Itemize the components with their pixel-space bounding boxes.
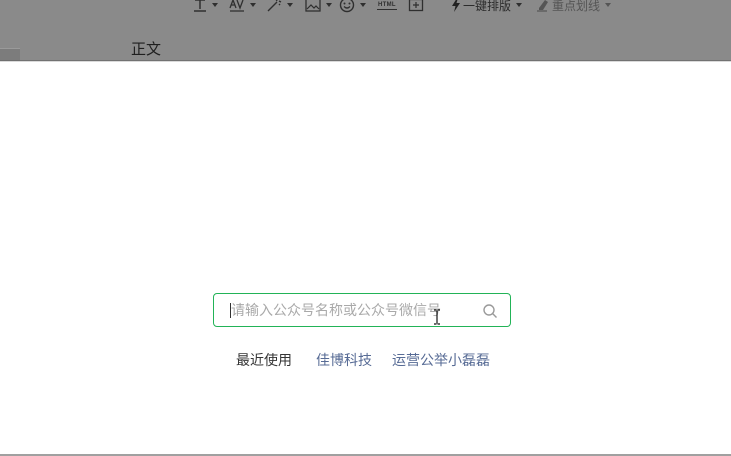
insert-widget-icon	[408, 0, 424, 12]
chevron-down-icon	[605, 3, 612, 7]
chevron-down-icon	[360, 3, 366, 7]
recent-account-link[interactable]: 佳博科技	[316, 350, 372, 370]
ibeam-cursor-icon	[434, 309, 440, 325]
recent-account-link[interactable]: 运营公举小磊磊	[392, 350, 490, 370]
insert-image-button[interactable]	[305, 0, 332, 13]
paragraph-style-label[interactable]: 正文	[131, 38, 161, 59]
magic-wand-icon	[267, 0, 282, 12]
letter-spacing-button[interactable]	[193, 0, 218, 13]
search-icon[interactable]	[482, 303, 498, 319]
recent-label: 最近使用	[236, 352, 292, 368]
account-search-input[interactable]	[215, 295, 465, 325]
lightning-icon	[452, 0, 460, 12]
image-icon	[305, 0, 321, 12]
editor-toolbar: HTML 一键排版 重点划线	[0, 0, 731, 16]
one-click-layout-label: 一键排版	[463, 0, 512, 13]
html-button[interactable]: HTML	[377, 0, 397, 13]
emoji-icon	[339, 0, 355, 13]
chevron-down-icon	[326, 3, 332, 7]
highlighter-icon	[537, 0, 548, 12]
chevron-down-icon	[516, 3, 523, 7]
chevron-down-icon	[250, 3, 256, 7]
format-brush-button[interactable]	[266, 0, 293, 13]
html-icon: HTML	[377, 1, 397, 10]
kerning-button[interactable]	[229, 0, 256, 13]
letter-spacing-icon	[194, 0, 206, 12]
emoji-button[interactable]	[339, 0, 366, 13]
recent-accounts: 最近使用 佳博科技 运营公举小磊磊	[236, 351, 510, 369]
insert-widget-button[interactable]	[408, 0, 424, 13]
text-caret	[230, 303, 231, 318]
chevron-down-icon	[212, 3, 218, 7]
modal-top-shadow	[0, 60, 731, 62]
highlight-label: 重点划线	[552, 0, 601, 13]
account-search-box	[213, 293, 511, 327]
highlight-button[interactable]: 重点划线	[536, 0, 612, 13]
chevron-down-icon	[287, 3, 293, 7]
av-kerning-icon	[229, 0, 244, 12]
one-click-layout-button[interactable]: 一键排版	[451, 0, 523, 13]
editor-background: HTML 一键排版 重点划线 正文	[0, 0, 731, 61]
